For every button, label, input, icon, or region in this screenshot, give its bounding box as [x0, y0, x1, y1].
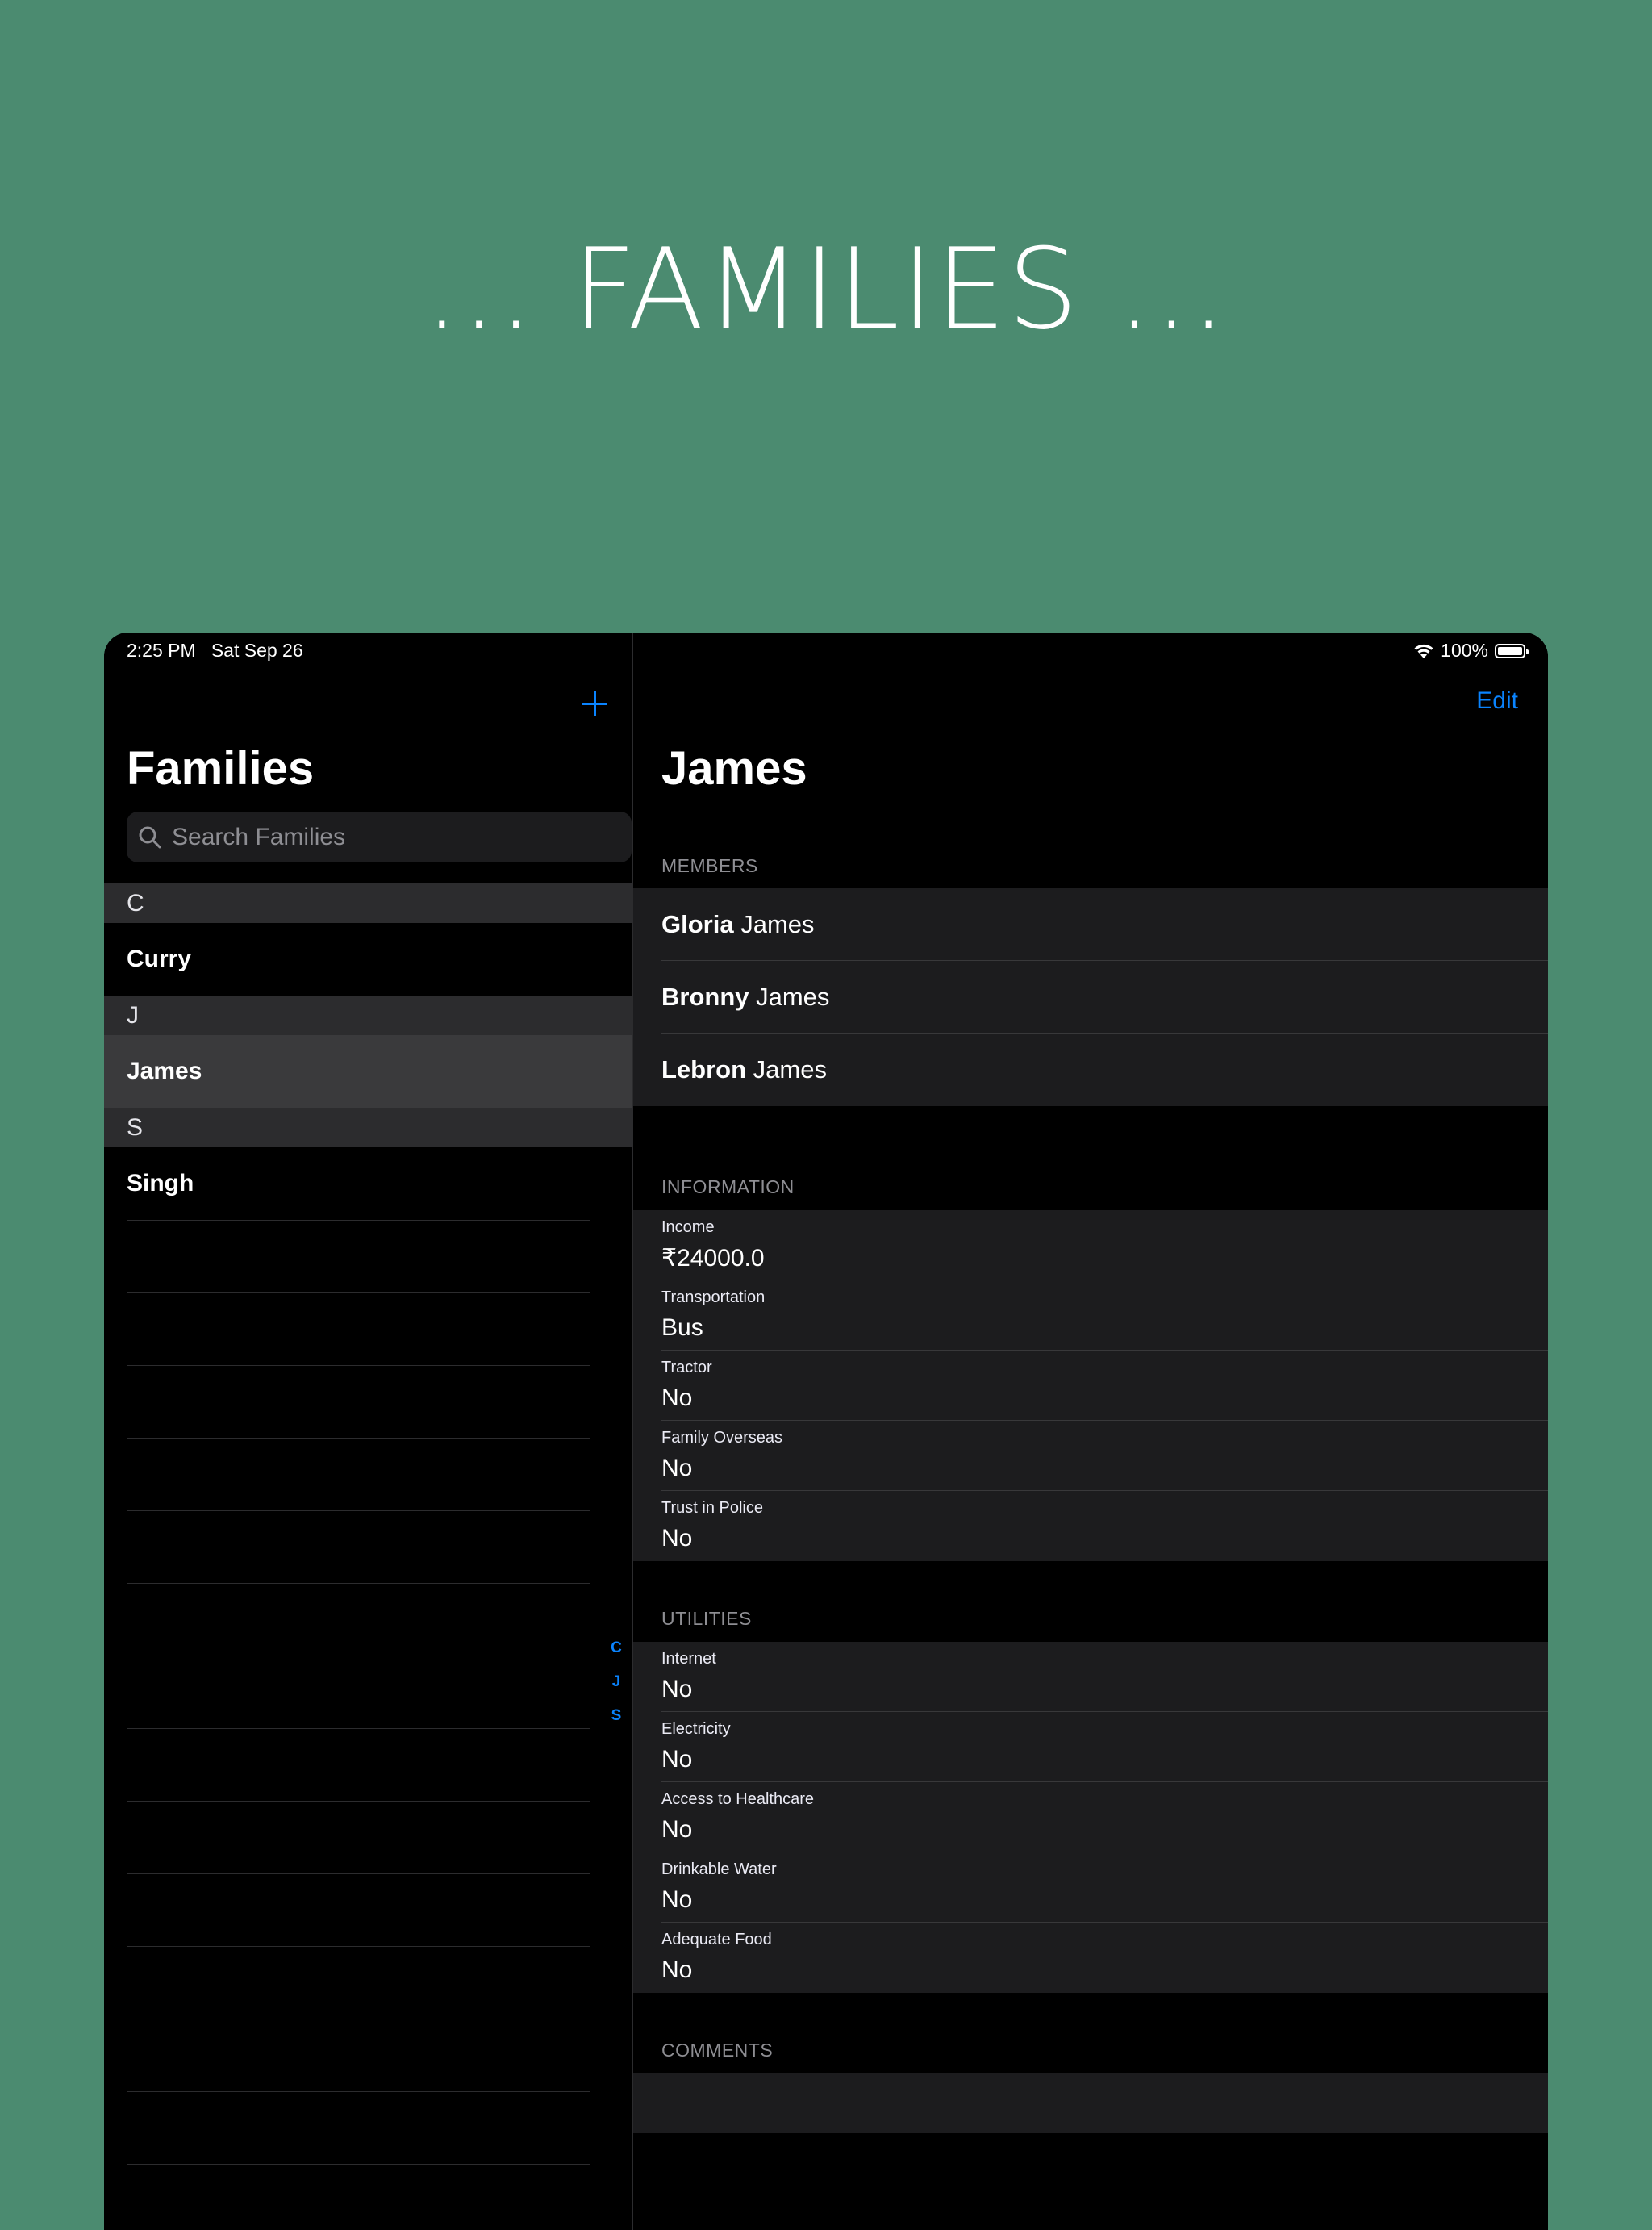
empty-list-row [127, 1801, 590, 1873]
field-label: Drinkable Water [661, 1860, 777, 1878]
utilities-row: Access to Healthcare No [661, 1782, 1548, 1852]
empty-list-row [127, 1510, 590, 1583]
family-list: C Curry J James S Singh [104, 883, 632, 2230]
field-label: Electricity [661, 1720, 731, 1738]
field-value: No [661, 1676, 693, 1702]
information-row: Transportation Bus [661, 1280, 1548, 1351]
comments-header: COMMENTS [661, 2040, 774, 2061]
member-first-name: Lebron [661, 1055, 747, 1084]
field-label: Access to Healthcare [661, 1790, 814, 1808]
sidebar-title: Families [127, 742, 315, 795]
field-value: No [661, 1384, 693, 1411]
field-label: Adequate Food [661, 1931, 772, 1948]
field-label: Tractor [661, 1359, 712, 1376]
member-first-name: Gloria [661, 910, 734, 938]
section-header-j: J [104, 996, 632, 1035]
utilities-row: Adequate Food No [661, 1923, 1548, 1993]
search-input[interactable] [170, 822, 593, 852]
field-value: No [661, 1956, 693, 1983]
field-label: Family Overseas [661, 1429, 783, 1447]
field-label: Trust in Police [661, 1499, 763, 1517]
status-bar: 2:25 PM Sat Sep 26 100% [104, 633, 1548, 665]
family-detail: Edit James MEMBERS Gloria James Bronny Ja… [633, 633, 1548, 2230]
members-group: Gloria James Bronny James Lebron James [633, 888, 1548, 1106]
information-group: Income ₹24000.0 Transportation Bus Tractor No… [633, 1210, 1548, 1561]
members-header: MEMBERS [661, 855, 758, 876]
comments-field[interactable] [633, 2073, 1548, 2133]
member-last-name: James [746, 1055, 827, 1084]
empty-list-row [127, 1873, 590, 1946]
field-value: No [661, 1816, 693, 1843]
utilities-row: Drinkable Water No [661, 1852, 1548, 1923]
member-row[interactable]: Bronny James [661, 961, 1548, 1034]
families-sidebar: Families CCurryJJamesSSingh CJS [104, 633, 633, 2230]
battery-percent: 100% [1441, 640, 1488, 661]
field-label: Internet [661, 1650, 716, 1668]
search-bar[interactable] [127, 812, 632, 862]
wifi-icon [1414, 644, 1433, 658]
ipad-screen: 2:25 PM Sat Sep 26 100% Families CCurryJ [104, 633, 1548, 2230]
field-label: Transportation [661, 1288, 766, 1306]
search-icon [139, 826, 161, 848]
empty-list-row [127, 1946, 590, 2019]
information-row: Trust in Police No [661, 1491, 1548, 1561]
section-header-c: C [104, 883, 632, 923]
member-last-name: James [749, 983, 830, 1011]
empty-list-row [127, 1656, 590, 1728]
field-value: No [661, 1455, 693, 1481]
section-header-s: S [104, 1108, 632, 1147]
utilities-row: Internet No [661, 1642, 1548, 1712]
battery-icon [1495, 643, 1529, 658]
family-row[interactable]: Singh [104, 1147, 632, 1220]
utilities-header: UTILITIES [661, 1608, 752, 1629]
member-row[interactable]: Lebron James [661, 1034, 1548, 1106]
empty-list-row [127, 1220, 590, 1292]
section-index-c[interactable]: C [604, 1631, 628, 1665]
member-row[interactable]: Gloria James [661, 888, 1548, 961]
member-last-name: James [733, 910, 815, 938]
information-row: Income ₹24000.0 [661, 1210, 1548, 1280]
field-value: Bus [661, 1314, 703, 1341]
information-header: INFORMATION [661, 1176, 795, 1197]
page-headline: ... FAMILIES ... [423, 224, 1229, 354]
battery-fill [1498, 646, 1522, 655]
edit-button[interactable]: Edit [1476, 687, 1518, 715]
section-index-j[interactable]: J [604, 1665, 628, 1699]
information-row: Tractor No [661, 1351, 1548, 1421]
field-value: No [661, 1525, 693, 1551]
field-value: No [661, 1886, 693, 1913]
empty-list-row [127, 1583, 590, 1656]
field-value: ₹24000.0 [661, 1245, 765, 1272]
status-time: 2:25 PM Sat Sep 26 [127, 640, 303, 661]
utilities-group: Internet No Electricity No Access to Healthc… [633, 1642, 1548, 1993]
utilities-row: Electricity No [661, 1712, 1548, 1782]
status-right: 100% [1413, 640, 1529, 662]
field-value: No [661, 1746, 693, 1773]
empty-list-row [127, 2164, 590, 2230]
section-index-s[interactable]: S [604, 1699, 628, 1733]
empty-list-row [127, 1292, 590, 1365]
empty-list-row [127, 1365, 590, 1438]
family-row[interactable]: Curry [104, 923, 632, 996]
empty-list-row [127, 2091, 590, 2164]
member-first-name: Bronny [661, 983, 749, 1011]
empty-list-row [127, 1728, 590, 1801]
empty-list-row [127, 1438, 590, 1510]
section-index[interactable]: CJS [604, 1631, 628, 1733]
family-row[interactable]: James [104, 1035, 632, 1108]
information-row: Family Overseas No [661, 1421, 1548, 1491]
field-label: Income [661, 1218, 715, 1236]
empty-list-row [127, 2019, 590, 2091]
detail-title: James [661, 742, 807, 795]
add-family-button[interactable] [577, 686, 612, 721]
